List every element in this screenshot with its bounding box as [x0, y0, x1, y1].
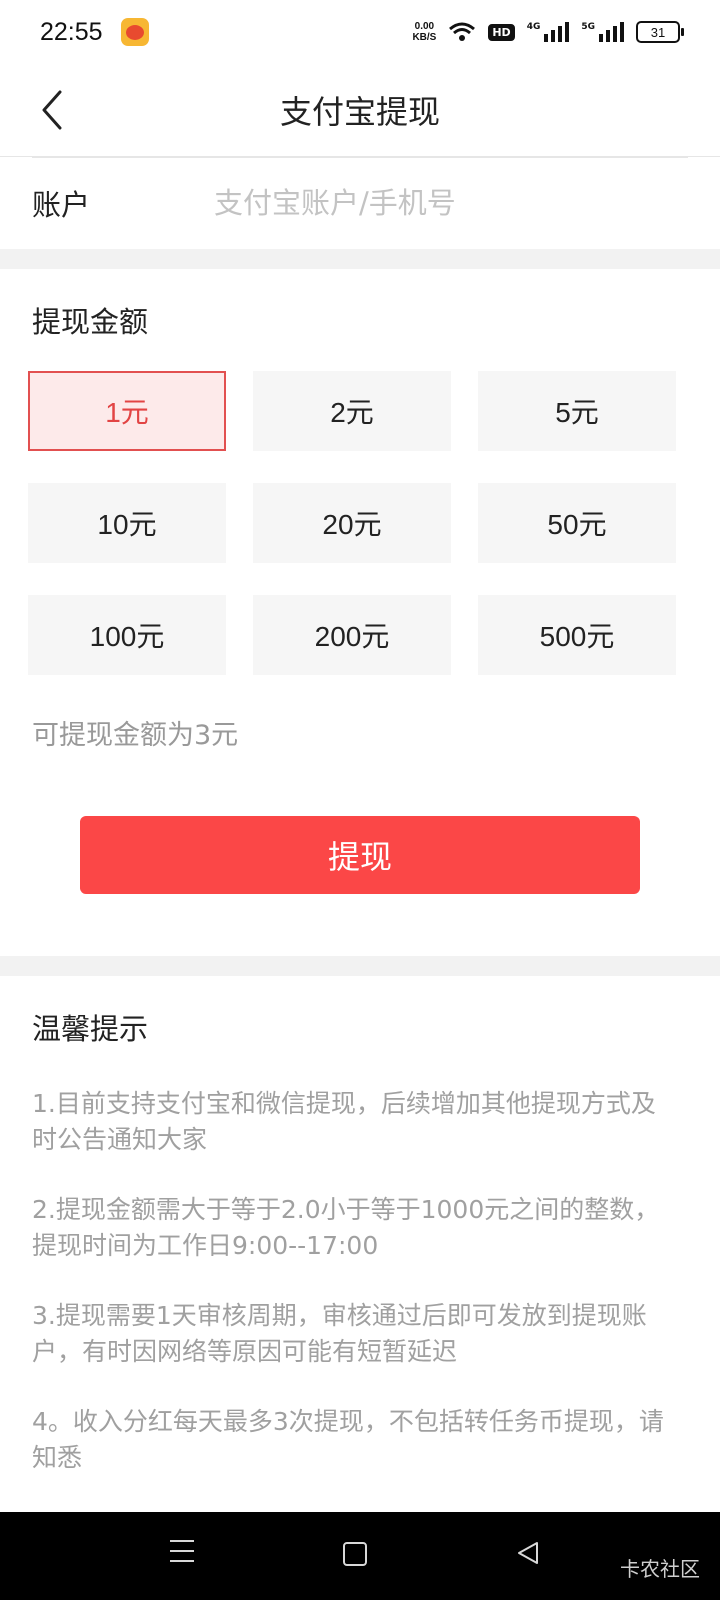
amount-option-50[interactable]: 50元	[478, 483, 676, 563]
wifi-icon	[449, 22, 476, 41]
network-speed: 0.00 KB/S	[412, 21, 437, 43]
withdraw-button[interactable]: 提现	[80, 816, 640, 894]
chevron-left-icon	[42, 90, 62, 130]
available-amount-text: 可提现金额为3元	[32, 720, 239, 751]
menu-icon[interactable]	[170, 1540, 194, 1564]
amount-option-100[interactable]: 100元	[28, 595, 226, 675]
app-notification-icon	[120, 18, 149, 46]
hd-icon: HD	[488, 23, 515, 41]
section-gap	[0, 956, 720, 976]
tip-item: 2.提现金额需大于等于2.0小于等于1000元之间的整数，提现时间为工作日9:0…	[32, 1195, 660, 1260]
section-gap	[0, 249, 720, 269]
amount-section: 提现金额 1元 2元 5元 10元 20元 50元 100元 200元 500元…	[0, 269, 720, 956]
tip-item: 3.提现需要1天审核周期，审核通过后即可发放到提现账户，有时因网络等原因可能有短…	[32, 1301, 647, 1366]
amount-option-5[interactable]: 5元	[478, 371, 676, 451]
signal-4g-icon: 4G	[527, 22, 570, 42]
account-input[interactable]	[212, 185, 688, 221]
account-row: 账户	[0, 157, 720, 249]
account-label: 账户	[32, 188, 91, 222]
amount-option-200[interactable]: 200元	[253, 595, 451, 675]
triangle-back-icon[interactable]	[515, 1540, 541, 1566]
system-nav-bar: 卡农社区	[0, 1512, 720, 1600]
status-icons: 0.00 KB/S HD 4G 5G 31	[412, 21, 684, 43]
status-time: 22:55	[40, 17, 103, 46]
home-square-icon[interactable]	[343, 1542, 367, 1566]
status-bar: 22:55 0.00 KB/S HD 4G 5G 31	[0, 0, 720, 64]
account-section: 账户	[0, 157, 720, 249]
withdraw-button-wrap: 提现	[28, 752, 692, 956]
back-button[interactable]	[32, 86, 72, 134]
tip-item: 1.目前支持支付宝和微信提现，后续增加其他提现方式及时公告通知大家	[32, 1089, 656, 1154]
tip-item: 4。收入分红每天最多3次提现，不包括转任务币提现，请知悉	[32, 1407, 664, 1472]
amount-option-10[interactable]: 10元	[28, 483, 226, 563]
amount-option-2[interactable]: 2元	[253, 371, 451, 451]
amount-option-1[interactable]: 1元	[28, 371, 226, 451]
signal-5g-icon: 5G	[581, 22, 624, 42]
tips-section: 温馨提示 1.目前支持支付宝和微信提现，后续增加其他提现方式及时公告通知大家 2…	[0, 976, 720, 1476]
battery-icon: 31	[636, 21, 684, 43]
tips-title: 温馨提示	[32, 1012, 149, 1046]
amount-option-500[interactable]: 500元	[478, 595, 676, 675]
top-nav-bar: 支付宝提现	[0, 64, 720, 157]
page-title: 支付宝提现	[279, 93, 440, 131]
watermark-text: 卡农社区	[620, 1557, 700, 1581]
amount-title: 提现金额	[32, 305, 149, 339]
amount-option-20[interactable]: 20元	[253, 483, 451, 563]
divider	[32, 157, 688, 158]
amount-options: 1元 2元 5元 10元 20元 50元 100元 200元 500元	[28, 371, 692, 675]
